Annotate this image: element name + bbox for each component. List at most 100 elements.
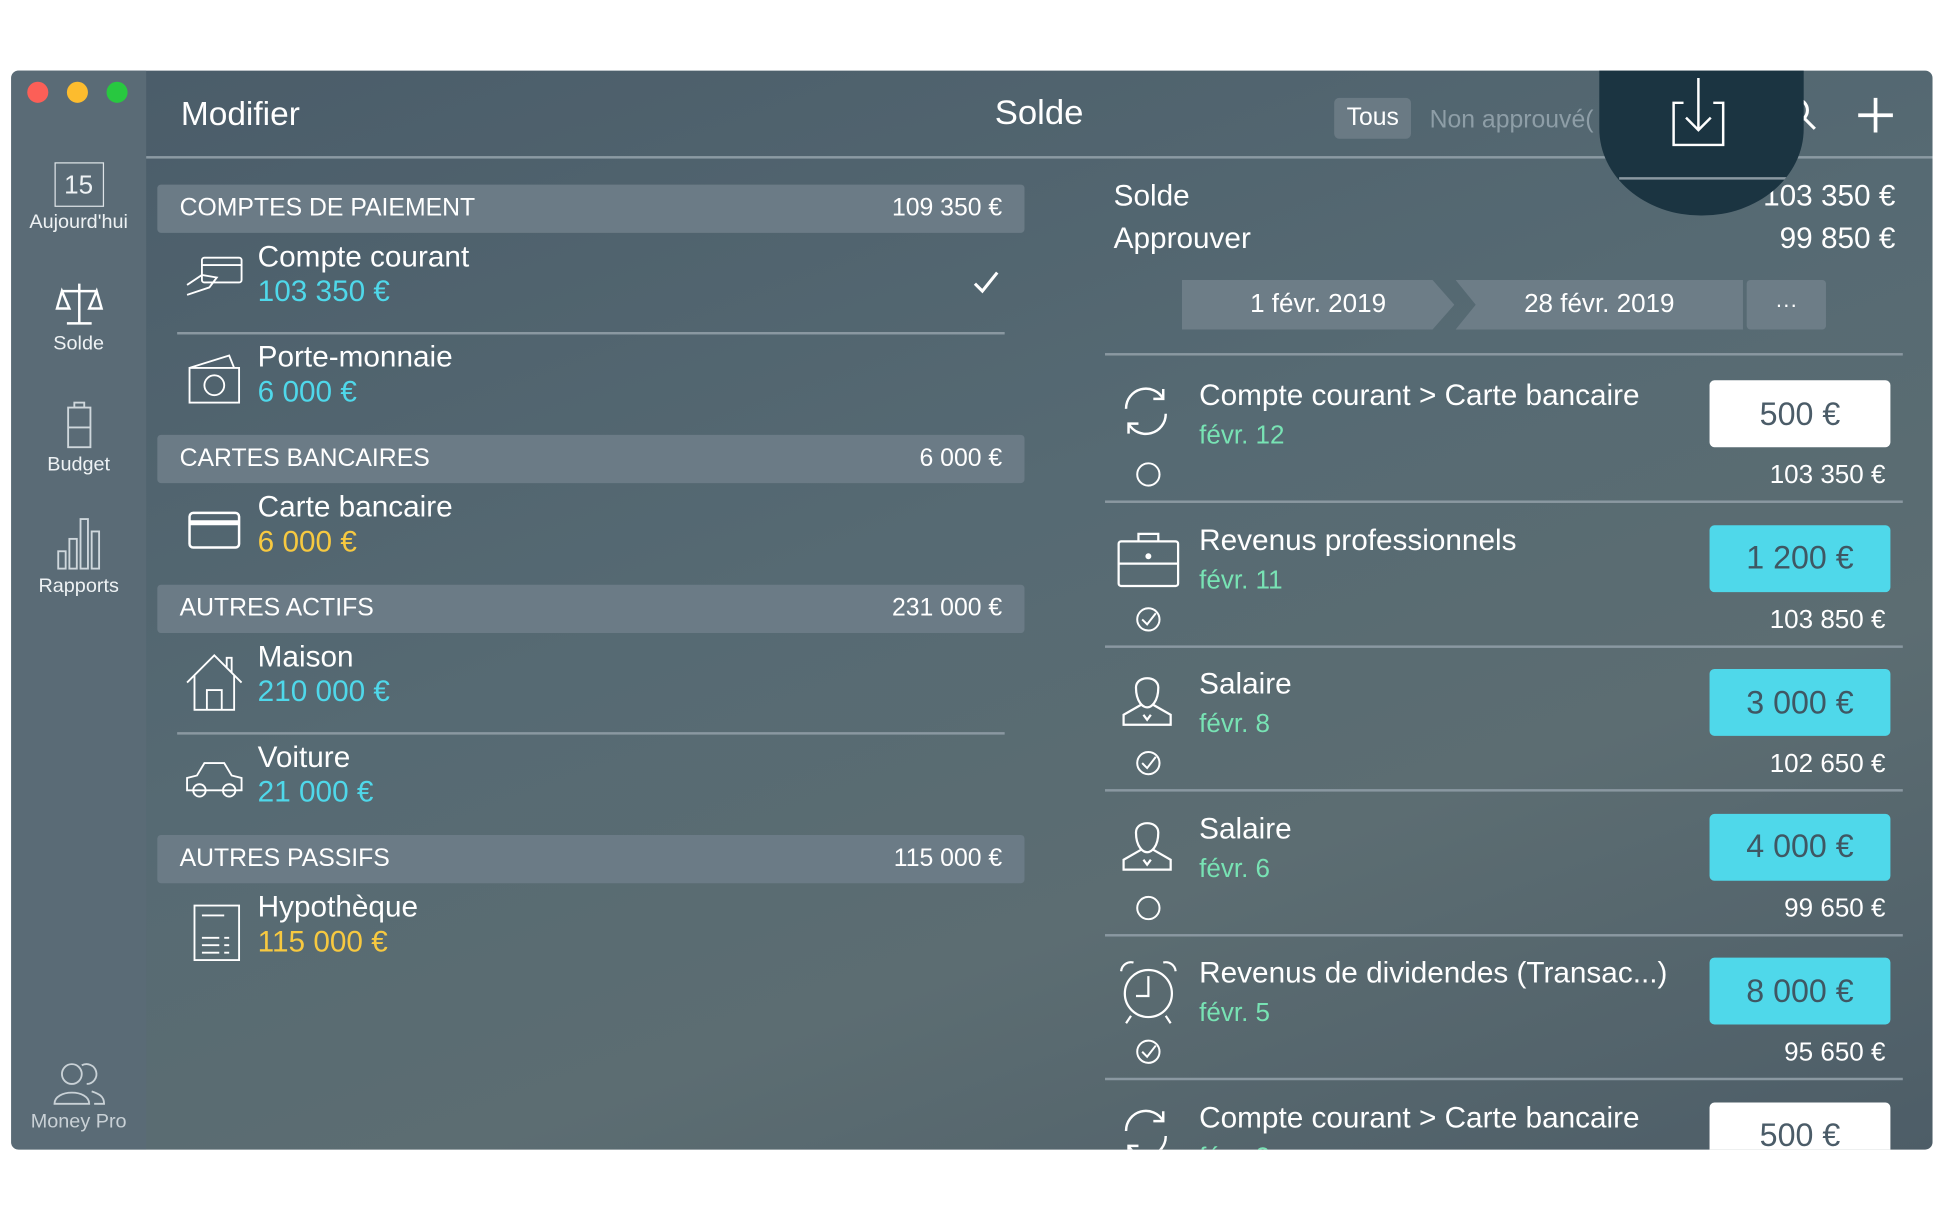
sidebar-item-budget[interactable]: Budget bbox=[11, 400, 146, 477]
account-row[interactable]: Maison 210 000 € bbox=[177, 636, 1005, 735]
approved-check-icon[interactable] bbox=[1135, 749, 1162, 776]
transaction-name: Revenus de dividendes (Transac...) bbox=[1199, 956, 1668, 990]
account-amount: 115 000 € bbox=[257, 925, 388, 959]
amount-label: 500 € bbox=[1759, 394, 1841, 432]
transaction-amount[interactable]: 500 € bbox=[1709, 380, 1891, 448]
account-amount: 210 000 € bbox=[257, 675, 390, 709]
sidebar-item-reports[interactable]: Rapports bbox=[11, 517, 146, 599]
running-balance: 99 650 € bbox=[1784, 893, 1886, 923]
cash-icon bbox=[188, 354, 241, 404]
calendar-icon: 15 bbox=[53, 162, 104, 207]
transaction-date: févr. 8 bbox=[1199, 709, 1271, 739]
transaction-date: févr. 3 bbox=[1199, 1143, 1270, 1150]
battery-icon bbox=[66, 401, 91, 449]
account-row[interactable]: Hypothèque 115 000 € bbox=[177, 886, 1005, 985]
unapproved-circle-icon[interactable] bbox=[1135, 894, 1162, 921]
start-date-button[interactable]: 1 févr. 2019 bbox=[1181, 279, 1455, 330]
transaction-name: Salaire bbox=[1199, 667, 1292, 702]
running-balance: 103 850 € bbox=[1769, 605, 1886, 634]
group-title: AUTRES ACTIFS bbox=[179, 594, 374, 622]
sidebar-item-balance[interactable]: Solde bbox=[11, 279, 146, 356]
account-row[interactable]: Compte courant 103 350 € bbox=[177, 235, 1005, 335]
account-name: Voiture bbox=[257, 740, 351, 775]
account-name: Porte-monnaie bbox=[257, 340, 453, 375]
group-header[interactable]: CARTES BANCAIRES 6 000 € bbox=[157, 434, 1025, 484]
transaction-amount[interactable]: 1 200 € bbox=[1709, 524, 1891, 592]
amount-label: 500 € bbox=[1759, 1116, 1841, 1150]
bar-chart-icon bbox=[56, 518, 100, 570]
transaction-row[interactable]: Compte courant > Carte bancaire févr. 12… bbox=[1105, 359, 1903, 503]
car-icon bbox=[186, 762, 243, 798]
users-icon bbox=[52, 1063, 105, 1105]
account-row[interactable]: Voiture 21 000 € bbox=[177, 736, 1005, 835]
account-amount: 6 000 € bbox=[257, 525, 357, 559]
balance-value: 103 350 € bbox=[1763, 179, 1896, 214]
edit-button[interactable]: Modifier bbox=[181, 95, 300, 133]
sidebar-item-today[interactable]: 15 Aujourd'hui bbox=[11, 162, 146, 234]
page-title: Solde bbox=[994, 92, 1084, 132]
filter-unapproved-tab[interactable]: Non approuvé( bbox=[1430, 107, 1594, 135]
sidebar-item-label: Solde bbox=[53, 333, 105, 355]
group-header[interactable]: COMPTES DE PAIEMENT 109 350 € bbox=[157, 184, 1025, 233]
transaction-row[interactable]: Compte courant > Carte bancaire févr. 3 … bbox=[1105, 1081, 1903, 1150]
approved-check-icon[interactable] bbox=[1135, 605, 1162, 632]
transaction-row[interactable]: Revenus de dividendes (Transac...) févr.… bbox=[1105, 937, 1903, 1081]
add-icon[interactable] bbox=[1856, 95, 1896, 135]
transaction-date: févr. 5 bbox=[1199, 998, 1271, 1027]
app-name-label: Money Pro bbox=[30, 1111, 127, 1133]
running-balance: 95 650 € bbox=[1784, 1038, 1886, 1067]
transaction-name: Compte courant > Carte bancaire bbox=[1199, 1100, 1640, 1135]
sidebar-footer[interactable]: Money Pro bbox=[11, 1062, 146, 1134]
transaction-amount[interactable]: 3 000 € bbox=[1709, 668, 1891, 736]
end-date-button[interactable]: 28 févr. 2019 bbox=[1455, 279, 1743, 330]
more-button[interactable]: ··· bbox=[1746, 279, 1826, 330]
sidebar-item-label: Rapports bbox=[38, 576, 119, 598]
approved-check-icon[interactable] bbox=[1135, 1038, 1162, 1065]
alarm-clock-icon bbox=[1120, 961, 1177, 1024]
sidebar-item-label: Budget bbox=[47, 454, 111, 476]
account-name: Carte bancaire bbox=[257, 490, 453, 525]
account-name: Hypothèque bbox=[257, 890, 419, 925]
account-row[interactable]: Carte bancaire 6 000 € bbox=[177, 486, 1005, 585]
amount-label: 1 200 € bbox=[1746, 538, 1854, 577]
transaction-row[interactable]: Revenus professionnels févr. 11 1 200 € … bbox=[1105, 504, 1903, 648]
checkmark-icon bbox=[973, 271, 999, 294]
group-header[interactable]: AUTRES ACTIFS 231 000 € bbox=[157, 584, 1025, 634]
group-total: 6 000 € bbox=[919, 444, 1003, 472]
group-header[interactable]: AUTRES PASSIFS 115 000 € bbox=[157, 834, 1025, 884]
group-title: COMPTES DE PAIEMENT bbox=[179, 194, 476, 222]
divider bbox=[1105, 353, 1903, 356]
group-total: 109 350 € bbox=[891, 194, 1003, 222]
transaction-date: févr. 12 bbox=[1199, 421, 1285, 450]
close-button[interactable] bbox=[27, 81, 49, 103]
app-window: 15 Aujourd'hui Solde Budget Rapports Mon… bbox=[11, 70, 1933, 1150]
transaction-row[interactable]: Salaire févr. 6 4 000 € 99 650 € bbox=[1105, 792, 1903, 936]
scale-icon bbox=[54, 283, 103, 325]
minimize-button[interactable] bbox=[66, 81, 88, 103]
transaction-amount[interactable]: 500 € bbox=[1709, 1101, 1891, 1150]
transaction-row[interactable]: Salaire févr. 8 3 000 € 102 650 € bbox=[1105, 648, 1903, 792]
transaction-amount[interactable]: 4 000 € bbox=[1709, 813, 1891, 881]
approve-value: 99 850 € bbox=[1779, 221, 1896, 256]
filter-all-tab[interactable]: Tous bbox=[1334, 97, 1412, 139]
transaction-name: Compte courant > Carte bancaire bbox=[1199, 379, 1640, 413]
transaction-name: Salaire bbox=[1199, 812, 1292, 846]
account-amount: 103 350 € bbox=[257, 275, 390, 309]
account-row[interactable]: Porte-monnaie 6 000 € bbox=[177, 336, 1005, 435]
transfer-icon bbox=[1124, 387, 1167, 436]
balance-label: Solde bbox=[1113, 179, 1190, 214]
transaction-amount[interactable]: 8 000 € bbox=[1709, 957, 1891, 1025]
sidebar-item-label: Aujourd'hui bbox=[29, 211, 128, 233]
unapproved-circle-icon[interactable] bbox=[1135, 461, 1162, 488]
approve-label: Approuver bbox=[1113, 221, 1251, 256]
hand-card-icon bbox=[186, 256, 243, 296]
sidebar: 15 Aujourd'hui Solde Budget Rapports Mon… bbox=[11, 70, 147, 1150]
document-icon bbox=[193, 904, 241, 961]
start-date: 1 févr. 2019 bbox=[1250, 289, 1387, 319]
zoom-button[interactable] bbox=[106, 81, 128, 103]
transaction-date: févr. 6 bbox=[1199, 854, 1271, 883]
transfer-icon bbox=[1124, 1109, 1167, 1150]
briefcase-icon bbox=[1117, 532, 1180, 587]
account-name: Maison bbox=[257, 640, 354, 674]
divider bbox=[1619, 177, 1787, 180]
